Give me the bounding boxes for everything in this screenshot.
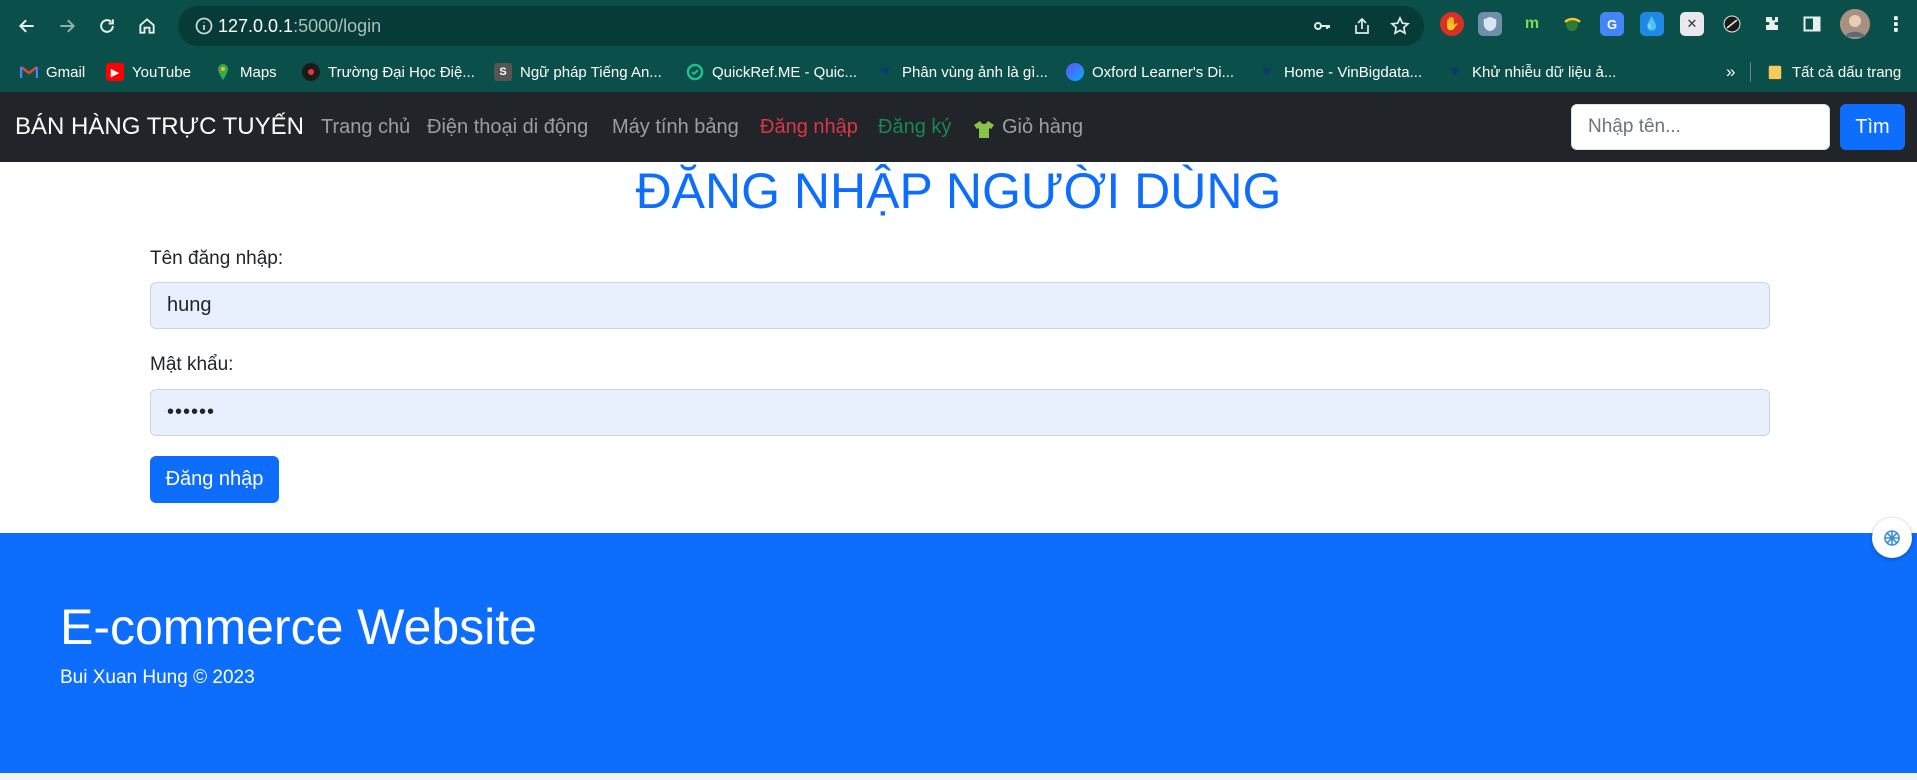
heart-icon: ♥ (880, 63, 890, 80)
username-label: Tên đăng nhập: (150, 248, 284, 269)
quickref-icon (686, 63, 704, 81)
bookmark-oxford[interactable]: Oxford Learner's Di... (1066, 60, 1234, 84)
login-button[interactable]: Đăng nhập (150, 456, 279, 503)
s-icon: S (494, 63, 512, 81)
youtube-icon: ▶ (106, 63, 124, 81)
profile-avatar[interactable] (1840, 9, 1870, 39)
bookmark-label: Trường Đại Học Điệ... (328, 63, 475, 81)
dark-reader-icon[interactable] (1720, 12, 1744, 36)
back-icon[interactable] (10, 9, 44, 43)
puzzle-icon[interactable] (1760, 12, 1784, 36)
bookmark-grammar[interactable]: S Ngữ pháp Tiếng An... (494, 60, 662, 84)
site-footer: E-commerce Website Bui Xuan Hung © 2023 (0, 533, 1917, 773)
password-label: Mật khẩu: (150, 354, 234, 375)
site-info-icon[interactable] (194, 16, 214, 36)
shirt-icon (973, 119, 995, 139)
bookmark-label: QuickRef.ME - Quic... (712, 63, 858, 81)
bookmarks-bar: Gmail ▶ YouTube Maps Trường Đại Học Điệ.… (0, 52, 1917, 92)
search-button[interactable]: Tìm (1840, 104, 1905, 150)
all-bookmarks-folder[interactable]: Tất cả dấu trang (1766, 60, 1901, 84)
water-drop-icon[interactable]: 💧 (1640, 12, 1664, 36)
university-icon (302, 63, 320, 81)
bookmark-label: Khử nhiễu dữ liệu ả... (1472, 63, 1617, 81)
footer-copyright: Bui Xuan Hung © 2023 (60, 667, 255, 688)
browser-toolbar: 127.0.0.1:5000/login ✋ m G 💧 ✕ ⋮ (0, 0, 1917, 52)
url-path: :5000/login (293, 16, 382, 36)
bookmark-label: Gmail (46, 63, 86, 81)
bookmark-label: Tất cả dấu trang (1792, 63, 1902, 81)
reload-icon[interactable] (90, 9, 124, 43)
key-icon[interactable] (1312, 16, 1332, 36)
search-input[interactable] (1571, 104, 1830, 150)
url-host: 127.0.0.1 (218, 16, 294, 36)
m-extension-icon[interactable]: m (1520, 12, 1544, 36)
folder-icon (1766, 63, 1784, 81)
bookmark-maps[interactable]: Maps (214, 60, 277, 84)
chatgpt-assistant-icon[interactable] (1872, 518, 1912, 558)
window-bottom-edge (0, 773, 1917, 780)
bookmark-label: Maps (240, 63, 277, 81)
bookmarks-divider (1750, 62, 1751, 82)
nav-login[interactable]: Đăng nhập (760, 116, 858, 139)
site-navbar: BÁN HÀNG TRỰC TUYẾN Trang chủ Điện thoại… (0, 92, 1917, 162)
page-title: ĐĂNG NHẬP NGƯỜI DÙNG (635, 163, 1282, 219)
google-earth-icon[interactable] (1560, 12, 1584, 36)
bookmark-quickref[interactable]: QuickRef.ME - Quic... (686, 60, 857, 84)
nav-tablets[interactable]: Máy tính bảng (612, 116, 739, 139)
bookmark-label: Ngữ pháp Tiếng An... (520, 63, 662, 81)
bookmark-university[interactable]: Trường Đại Học Điệ... (302, 60, 475, 84)
bookmark-denoise[interactable]: ♥ Khử nhiễu dữ liệu ả... (1446, 60, 1616, 84)
password-field[interactable] (150, 389, 1770, 436)
site-brand[interactable]: BÁN HÀNG TRỰC TUYẾN (15, 113, 304, 141)
gmail-icon (20, 63, 38, 81)
oxford-icon (1066, 63, 1084, 81)
home-icon[interactable] (130, 9, 164, 43)
nav-phones[interactable]: Điện thoại di động (427, 116, 588, 139)
bookmark-image-segmentation[interactable]: ♥ Phân vùng ảnh là gì... (876, 60, 1048, 84)
menu-dots-icon[interactable]: ⋮ (1884, 12, 1908, 36)
bookmark-label: Home - VinBigdata... (1284, 63, 1423, 81)
bookmark-vinbigdata[interactable]: ♥ Home - VinBigdata... (1258, 60, 1422, 84)
cat-extension-icon[interactable]: ✕ (1680, 12, 1704, 36)
address-bar[interactable]: 127.0.0.1:5000/login (178, 6, 1424, 46)
heart-icon: ♥ (1450, 63, 1460, 80)
bookmarks-overflow-button[interactable]: » (1726, 60, 1735, 84)
nav-home[interactable]: Trang chủ (321, 116, 410, 139)
adblock-icon[interactable]: ✋ (1440, 12, 1464, 36)
star-icon[interactable] (1390, 15, 1410, 36)
url-text: 127.0.0.1:5000/login (218, 16, 381, 37)
shield-icon[interactable] (1478, 12, 1502, 36)
forward-icon[interactable] (50, 9, 84, 43)
username-field[interactable] (150, 282, 1770, 329)
share-icon[interactable] (1352, 16, 1372, 36)
maps-icon (214, 63, 232, 81)
nav-cart[interactable]: Giỏ hàng (1002, 116, 1083, 139)
bookmark-gmail[interactable]: Gmail (20, 60, 85, 84)
footer-title: E-commerce Website (60, 599, 537, 655)
bookmark-label: Oxford Learner's Di... (1092, 63, 1235, 81)
nav-register[interactable]: Đăng ký (878, 116, 951, 139)
heart-icon: ♥ (1262, 63, 1272, 80)
side-panel-icon[interactable] (1800, 12, 1824, 36)
bookmark-label: Phân vùng ảnh là gì... (902, 63, 1048, 81)
bookmark-youtube[interactable]: ▶ YouTube (106, 60, 191, 84)
google-translate-icon[interactable]: G (1600, 12, 1624, 36)
bookmark-label: YouTube (132, 63, 191, 81)
